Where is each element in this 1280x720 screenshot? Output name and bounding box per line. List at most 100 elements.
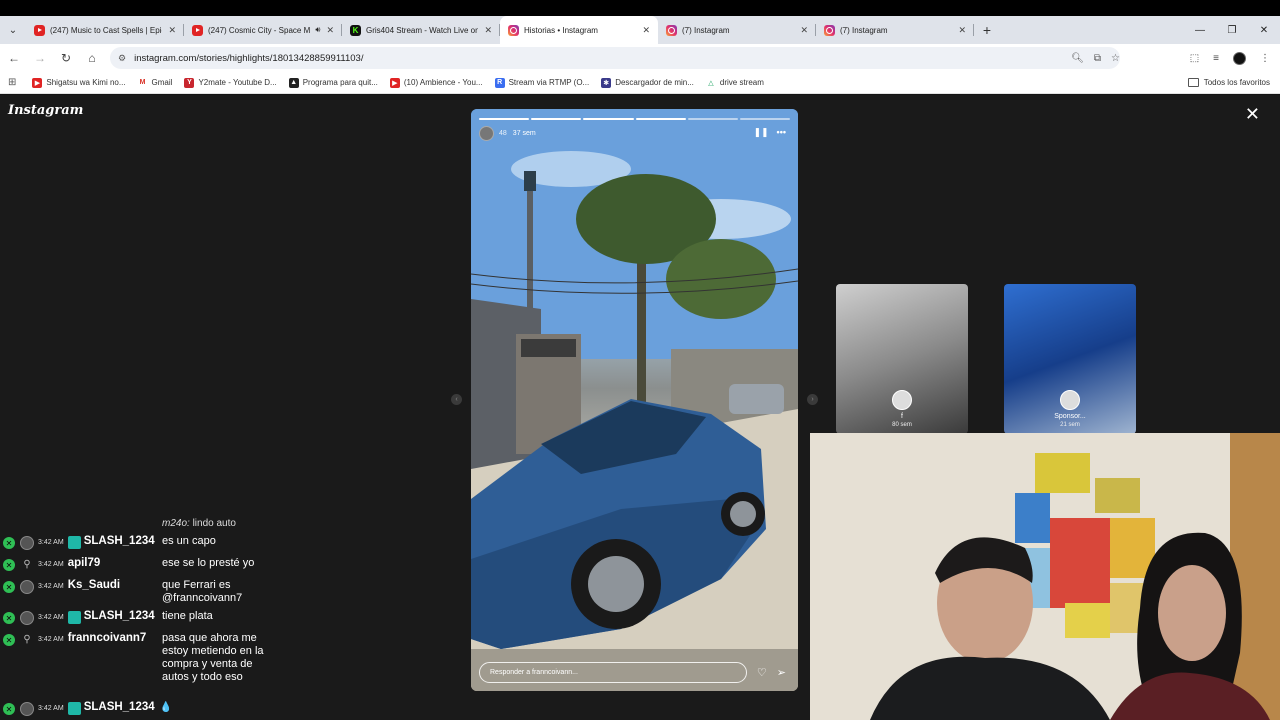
- close-stories-icon[interactable]: ✕: [1245, 104, 1260, 125]
- extensions-icon[interactable]: ⬚: [1190, 53, 1199, 64]
- next-story-icon[interactable]: ›: [807, 394, 818, 405]
- tab-audio-icon[interactable]: 🔊︎: [315, 25, 320, 35]
- tab-title: (247) Music to Cast Spells | Epic: [50, 25, 163, 35]
- chat-message: ✕ 3:42 AM Ks_Saudi que Ferrari es @franncoi…: [0, 579, 270, 604]
- chat-time: 3:42 AM: [38, 561, 64, 568]
- story-reply-input[interactable]: Responder a franncoivann...: [479, 662, 747, 683]
- bookmark-item[interactable]: R Stream via RTMP (O...: [494, 77, 589, 88]
- chat-user-avatar: [20, 536, 34, 550]
- preview-avatar: [1060, 390, 1080, 410]
- tab-title: Historias • Instagram: [524, 25, 598, 35]
- browser-tab[interactable]: (7) Instagram ✕: [658, 16, 816, 44]
- mod-badge-icon: ✕: [3, 634, 15, 646]
- chat-user-avatar: [20, 580, 34, 594]
- webcam-overlay: [810, 433, 1280, 720]
- tab-title: (7) Instagram: [840, 25, 888, 35]
- story-username[interactable]: 48: [499, 130, 507, 137]
- progress-segment: [531, 118, 582, 120]
- drive-bookmark-icon: △: [705, 77, 716, 88]
- tab-title: (7) Instagram: [682, 25, 730, 35]
- browser-tab[interactable]: Historias • Instagram ✕: [500, 16, 658, 44]
- screen-top-strip: [0, 0, 1280, 16]
- minimize-icon[interactable]: —: [1184, 16, 1216, 44]
- browser-tab[interactable]: (7) Instagram ✕: [816, 16, 974, 44]
- back-arrow-icon[interactable]: ←: [2, 46, 26, 70]
- mod-badge-icon: ✕: [3, 537, 15, 549]
- more-options-icon[interactable]: •••: [777, 127, 786, 138]
- tab-close-icon[interactable]: ✕: [168, 25, 176, 36]
- gmail-bookmark-icon: M: [137, 77, 148, 88]
- story-actions: ♡ ➢: [757, 666, 786, 679]
- chat-partial-text: lindo auto: [192, 518, 236, 529]
- triangle-bookmark-icon: ▲: [288, 77, 299, 88]
- url-field[interactable]: ⚙ instagram.com/stories/highlights/18013…: [110, 47, 1120, 69]
- tab-title: Gris404 Stream - Watch Live on: [366, 25, 479, 35]
- story-user-avatar[interactable]: [479, 126, 494, 141]
- progress-segment: [635, 118, 686, 120]
- chat-time: 3:42 AM: [38, 583, 64, 590]
- browser-tab[interactable]: (247) Cosmic City - Space M 🔊︎ ✕: [184, 16, 342, 44]
- youtube-bookmark-icon: ▶: [32, 77, 43, 88]
- install-app-icon[interactable]: ⧉: [1094, 53, 1101, 64]
- tab-close-icon[interactable]: ✕: [484, 25, 492, 36]
- bookmark-item[interactable]: ▲ Programa para quit...: [288, 77, 378, 88]
- chat-time: 3:42 AM: [38, 539, 64, 546]
- home-icon[interactable]: ⌂: [80, 46, 104, 70]
- tab-search-chevron-icon[interactable]: ⌄: [0, 16, 26, 44]
- tab-close-icon[interactable]: ✕: [800, 25, 808, 36]
- chat-username: franncoivann7: [67, 632, 147, 644]
- chat-time: 3:42 AM: [38, 614, 64, 621]
- bookmark-item[interactable]: M Gmail: [137, 77, 173, 88]
- bookmark-item[interactable]: Y Y2mate - Youtube D...: [184, 77, 277, 88]
- close-window-icon[interactable]: ✕: [1248, 16, 1280, 44]
- preview-time: 21 sem: [1060, 422, 1080, 428]
- tab-close-icon[interactable]: ✕: [642, 25, 650, 36]
- heart-icon[interactable]: ♡: [757, 666, 767, 679]
- site-settings-icon[interactable]: ⚙: [118, 53, 126, 64]
- folder-icon: [1187, 78, 1199, 87]
- stream-chat-overlay: m24o: lindo auto ✕ 3:42 AM SLASH_1234 es un…: [0, 516, 270, 720]
- chat-username: SLASH_1234: [83, 610, 155, 622]
- chat-user-avatar: ⚲: [23, 634, 31, 645]
- story-viewer[interactable]: 48 37 sem ❚❚ ••• Responder a franncoivan…: [471, 109, 798, 691]
- chat-username: Ks_Saudi: [67, 579, 121, 591]
- apps-grid-icon[interactable]: ⊞: [8, 77, 16, 88]
- chat-text: 💧: [159, 702, 173, 713]
- forward-arrow-icon[interactable]: →: [28, 46, 52, 70]
- preview-avatar: [892, 390, 912, 410]
- bookmark-item[interactable]: ▶ (10) Ambience - You...: [389, 77, 483, 88]
- profile-avatar[interactable]: [1233, 51, 1246, 65]
- bookmark-label: Gmail: [151, 78, 173, 87]
- reload-icon[interactable]: ↻: [54, 46, 78, 70]
- bookmark-label: (10) Ambience - You...: [403, 78, 483, 87]
- instagram-logo[interactable]: Instagram: [8, 103, 83, 118]
- browser-tab[interactable]: K Gris404 Stream - Watch Live on ✕: [342, 16, 500, 44]
- all-bookmarks-folder[interactable]: Todos los favoritos: [1187, 78, 1270, 87]
- chat-message: ✕ 3:42 AM SLASH_1234 es un capo: [0, 535, 270, 550]
- vip-badge-icon: [67, 536, 81, 549]
- story-preview-next[interactable]: f 80 sem: [836, 284, 968, 434]
- kick-favicon-icon: K: [350, 24, 361, 36]
- previous-story-icon[interactable]: ‹: [451, 394, 462, 405]
- bookmark-item[interactable]: △ drive stream: [705, 77, 764, 88]
- browser-menu-icon[interactable]: ⋮: [1260, 53, 1270, 64]
- tab-close-icon[interactable]: ✕: [326, 25, 334, 36]
- vip-badge-icon: [67, 702, 81, 715]
- new-tab-button[interactable]: +: [974, 16, 1000, 44]
- story-preview-after[interactable]: Sponsor... 21 sem: [1004, 284, 1136, 434]
- mod-badge-icon: ✕: [3, 703, 15, 715]
- tab-close-icon[interactable]: ✕: [958, 25, 966, 36]
- send-icon[interactable]: ➢: [777, 666, 786, 679]
- window-controls: — ❐ ✕: [1184, 16, 1280, 44]
- media-controls-icon[interactable]: ≡: [1213, 53, 1219, 64]
- restore-icon[interactable]: ❐: [1216, 16, 1248, 44]
- bookmark-item[interactable]: ✱ Descargador de min...: [601, 77, 694, 88]
- browser-tab[interactable]: (247) Music to Cast Spells | Epic ✕: [26, 16, 184, 44]
- bookmark-star-icon[interactable]: ☆: [1111, 53, 1120, 64]
- pause-icon[interactable]: ❚❚: [753, 127, 768, 138]
- zoom-icon[interactable]: 🔍︎: [1071, 53, 1084, 64]
- chat-text: ese se lo presté yo: [162, 557, 255, 569]
- instagram-favicon-icon: [824, 24, 835, 36]
- bookmark-item[interactable]: ▶ Shigatsu wa Kimi no...: [32, 77, 126, 88]
- chat-message: ✕ ⚲ 3:42 AM apil79 ese se lo presté yo: [0, 557, 270, 572]
